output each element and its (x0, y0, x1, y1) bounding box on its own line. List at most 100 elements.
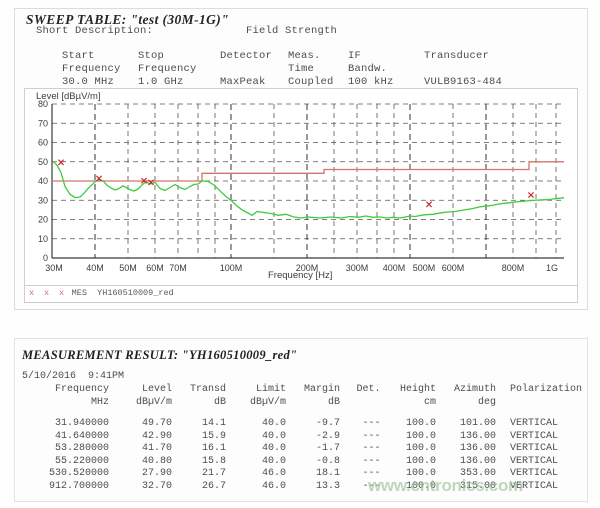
col-header-transd: Transd (172, 384, 226, 397)
svg-text:20: 20 (38, 215, 48, 225)
measurement-results-table: Frequency Level Transd Limit Margin Det.… (22, 384, 600, 493)
svg-text:600M: 600M (442, 263, 465, 273)
col-header-azimuth: Azimuth (436, 384, 496, 397)
col-header-det: Det. (340, 384, 381, 397)
table-row: 55.22000040.8015.840.0-0.8---100.0136.00… (22, 456, 600, 469)
detector-value: MaxPeak (220, 76, 288, 88)
svg-text:40: 40 (38, 176, 48, 186)
if-bandwidth-value: 100 kHz (348, 76, 424, 88)
cell-azimuth: 136.00 (436, 456, 496, 469)
svg-text:500M: 500M (413, 263, 436, 273)
svg-text:100M: 100M (220, 263, 243, 273)
svg-text:50M: 50M (119, 263, 137, 273)
measurement-result-title: MEASUREMENT RESULT: "YH160510009_red" (22, 348, 297, 363)
cell-limit: 46.0 (226, 468, 286, 481)
cell-height: 100.0 (380, 468, 436, 481)
cell-polarization: VERTICAL (496, 409, 600, 431)
svg-text:70: 70 (38, 118, 48, 128)
col-unit-limit: dBµV/m (226, 397, 286, 410)
cell-frequency: 55.220000 (22, 456, 109, 469)
cell-polarization: VERTICAL (496, 431, 600, 444)
col-header-margin: Margin (286, 384, 340, 397)
cell-height: 100.0 (380, 431, 436, 444)
start-frequency-value: 30.0 MHz (62, 76, 138, 88)
svg-text:10: 10 (38, 234, 48, 244)
cell-limit: 46.0 (226, 481, 286, 494)
col-unit-transd: dB (172, 397, 226, 410)
svg-text:40M: 40M (86, 263, 104, 273)
cell-limit: 40.0 (226, 443, 286, 456)
svg-text:800M: 800M (502, 263, 525, 273)
legend-trace-label: MES (72, 288, 87, 298)
col-header-level: Level (109, 384, 172, 397)
peak-markers (58, 160, 533, 207)
cell-det: --- (340, 481, 381, 494)
cell-det: --- (340, 456, 381, 469)
cell-height: 100.0 (380, 443, 436, 456)
cell-transd: 26.7 (172, 481, 226, 494)
meas-time-value: Coupled (288, 76, 348, 88)
col-unit-level: dBµV/m (109, 397, 172, 410)
col-header-limit: Limit (226, 384, 286, 397)
chart-legend: x x x MES YH160510009_red (29, 288, 174, 298)
svg-text:60: 60 (38, 138, 48, 148)
cell-polarization: VERTICAL (496, 481, 600, 494)
table-row: 31.94000049.7014.140.0-9.7---100.0101.00… (22, 409, 600, 431)
cell-det: --- (340, 431, 381, 444)
col-unit-polarization (496, 397, 600, 410)
table-header-row-1: Frequency Level Transd Limit Margin Det.… (22, 384, 600, 397)
svg-text:0: 0 (43, 253, 48, 263)
cell-height: 100.0 (380, 481, 436, 494)
cell-azimuth: 353.00 (436, 468, 496, 481)
cell-frequency: 912.700000 (22, 481, 109, 494)
col-unit-azimuth: deg (436, 397, 496, 410)
chart-y-ticks: 0 10 20 30 40 50 60 70 80 (38, 99, 48, 263)
cell-level: 41.70 (109, 443, 172, 456)
table-header: Frequency Level Transd Limit Margin Det.… (22, 384, 600, 409)
svg-text:80: 80 (38, 99, 48, 109)
cell-azimuth: 315.00 (436, 481, 496, 494)
svg-text:1G: 1G (546, 263, 558, 273)
measurement-datetime: 5/10/2016 9:41PM (22, 371, 124, 382)
cell-level: 40.80 (109, 456, 172, 469)
cell-level: 27.90 (109, 468, 172, 481)
svg-text:70M: 70M (169, 263, 187, 273)
cell-level: 32.70 (109, 481, 172, 494)
col-unit-frequency: MHz (22, 397, 109, 410)
table-body: 31.94000049.7014.140.0-9.7---100.0101.00… (22, 409, 600, 493)
table-row: 41.64000042.9015.940.0-2.9---100.0136.00… (22, 431, 600, 444)
col-header-polarization: Polarization (496, 384, 600, 397)
table-row: 912.70000032.7026.746.013.3---100.0315.0… (22, 481, 600, 494)
cell-transd: 14.1 (172, 409, 226, 431)
cell-azimuth: 136.00 (436, 431, 496, 444)
cell-det: --- (340, 468, 381, 481)
spectrum-chart-plot: 0 10 20 30 40 50 60 70 80 30M 40M 50M 60… (24, 88, 576, 284)
cell-azimuth: 136.00 (436, 443, 496, 456)
cell-transd: 21.7 (172, 468, 226, 481)
cell-limit: 40.0 (226, 431, 286, 444)
cell-level: 42.90 (109, 431, 172, 444)
report-page: SWEEP TABLE: "test (30M-1G)" Short Descr… (0, 0, 600, 508)
col-header-frequency: Frequency (22, 384, 109, 397)
transducer-value: VULB9163-484 (424, 76, 534, 88)
cell-limit: 40.0 (226, 456, 286, 469)
cell-polarization: VERTICAL (496, 456, 600, 469)
cell-margin: -0.8 (286, 456, 340, 469)
cell-limit: 40.0 (226, 409, 286, 431)
cell-margin: 18.1 (286, 468, 340, 481)
cell-frequency: 41.640000 (22, 431, 109, 444)
limit-line-trace (52, 162, 564, 181)
cell-polarization: VERTICAL (496, 468, 600, 481)
cell-transd: 16.1 (172, 443, 226, 456)
cell-azimuth: 101.00 (436, 409, 496, 431)
short-description-label: Short Description: (36, 25, 153, 37)
cell-level: 49.70 (109, 409, 172, 431)
cell-transd: 15.9 (172, 431, 226, 444)
legend-trace-name: YH160510009_red (97, 288, 174, 298)
col-unit-margin: dB (286, 397, 340, 410)
short-description-value: Field Strength (246, 25, 337, 37)
stop-frequency-value: 1.0 GHz (138, 76, 220, 88)
measurement-time: 9:41PM (88, 371, 124, 382)
cell-det: --- (340, 409, 381, 431)
col-unit-det (340, 397, 381, 410)
